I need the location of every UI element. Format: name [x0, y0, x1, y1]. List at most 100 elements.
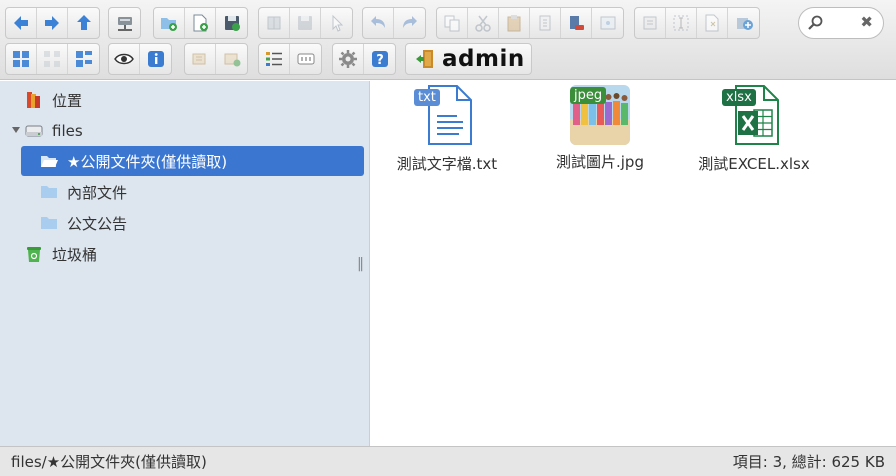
sort-icon — [297, 53, 314, 65]
drive-icon — [25, 125, 43, 137]
info-button[interactable] — [140, 44, 171, 74]
download-icon — [298, 16, 312, 30]
resize-handle[interactable]: ‖ — [357, 256, 364, 272]
extract-icon — [705, 14, 719, 32]
tiles-view-button[interactable] — [68, 44, 99, 74]
archive-icon — [736, 18, 753, 30]
redo-button[interactable] — [394, 8, 425, 38]
cut-button[interactable] — [468, 8, 499, 38]
up-button[interactable] — [68, 8, 99, 38]
sidebar-item-files[interactable]: files — [12, 116, 312, 146]
sidebar-item-label: 垃圾桶 — [52, 245, 98, 264]
file-item[interactable]: xlsx 測試EXCEL.xlsx — [689, 81, 819, 174]
sort-button[interactable] — [290, 44, 321, 74]
download-button[interactable] — [290, 8, 321, 38]
search-icon — [808, 15, 823, 30]
select-button[interactable] — [321, 8, 352, 38]
search-box[interactable]: ✖ — [798, 7, 884, 39]
preferences-button[interactable] — [333, 44, 364, 74]
history-group — [362, 7, 426, 39]
toolbar: ? admin ✖ — [0, 0, 896, 80]
sidebar-item-public-folder[interactable]: ★公開文件夾(僅供讀取) — [21, 146, 364, 176]
list-icon — [266, 52, 282, 66]
svg-text:?: ? — [376, 53, 384, 68]
sidebar-item-announcements[interactable]: 公文公告 — [39, 208, 127, 238]
sidebar-item-label: 內部文件 — [67, 183, 128, 202]
icons-view-button[interactable] — [6, 44, 37, 74]
expand-caret-icon[interactable] — [12, 127, 20, 133]
forward-button[interactable] — [37, 8, 68, 38]
select-none-button[interactable] — [216, 44, 247, 74]
info-icon — [147, 51, 164, 67]
back-button[interactable] — [6, 8, 37, 38]
new-folder-button[interactable] — [154, 8, 185, 38]
network-button[interactable] — [109, 8, 140, 38]
archive-button[interactable] — [728, 8, 759, 38]
trash-icon — [27, 247, 41, 262]
empty-button[interactable] — [592, 8, 623, 38]
list-view-button[interactable] — [259, 44, 290, 74]
exit-door-icon — [416, 50, 433, 68]
file-ops-group — [634, 7, 760, 39]
folder-icon — [41, 186, 57, 198]
search-input[interactable] — [827, 12, 863, 34]
duplicate-icon — [539, 15, 551, 31]
rename-icon — [643, 16, 657, 30]
sidebar-item-internal-docs[interactable]: 內部文件 — [39, 177, 127, 207]
new-file-button[interactable] — [185, 8, 216, 38]
select-none-icon — [224, 53, 240, 67]
file-name: 測試EXCEL.xlsx — [698, 155, 810, 173]
clear-search-icon[interactable]: ✖ — [860, 13, 873, 31]
edit-button[interactable] — [666, 8, 697, 38]
file-item[interactable]: txt 測試文字檔.txt — [382, 81, 512, 174]
preview-group — [108, 43, 172, 75]
paste-button[interactable] — [499, 8, 530, 38]
sidebar: 位置 files ★公開文件夾(僅供讀取) 內部文件 公文公告 垃圾桶 ‖ — [0, 81, 370, 446]
undo-icon — [371, 16, 385, 28]
list-group — [258, 43, 322, 75]
status-path: files/★公開文件夾(僅供讀取) — [11, 453, 207, 471]
save-icon — [224, 16, 240, 31]
settings-group: ? — [332, 43, 396, 75]
select-all-button[interactable] — [185, 44, 216, 74]
sidebar-item-places[interactable]: 位置 — [24, 85, 82, 115]
empty-icon — [600, 16, 615, 30]
bookmark-icon — [27, 92, 40, 108]
extract-button[interactable] — [697, 8, 728, 38]
new-folder-icon — [161, 18, 177, 31]
cursor-icon — [332, 14, 343, 32]
delete-button[interactable] — [561, 8, 592, 38]
small-icons-button[interactable] — [37, 44, 68, 74]
help-button[interactable]: ? — [364, 44, 395, 74]
sidebar-item-label: 公文公告 — [67, 214, 128, 233]
duplicate-button[interactable] — [530, 8, 561, 38]
file-name: 測試文字檔.txt — [396, 155, 498, 173]
eye-icon — [114, 53, 134, 65]
status-summary: 項目: 3, 總計: 625 KB — [732, 453, 885, 471]
copy-button[interactable] — [437, 8, 468, 38]
small-grid-icon — [44, 51, 60, 67]
preview-button[interactable] — [109, 44, 140, 74]
nav-group — [5, 7, 100, 39]
select-all-icon — [192, 53, 206, 65]
rename-button[interactable] — [635, 8, 666, 38]
excel-file-icon: xlsx — [722, 83, 786, 147]
open-folder-icon — [41, 156, 58, 167]
tiles-icon — [75, 51, 92, 67]
file-type-badge: txt — [414, 89, 440, 106]
new-file-icon — [193, 14, 208, 32]
undo-button[interactable] — [363, 8, 394, 38]
sidebar-item-trash[interactable]: 垃圾桶 — [24, 239, 97, 269]
file-list: txt 測試文字檔.txt jpeg 測試圖片.jpg xlsx 測試EXCEL… — [371, 81, 896, 446]
grid-icon — [13, 51, 29, 67]
arrow-up-icon — [76, 15, 91, 30]
view-group — [5, 43, 100, 75]
status-bar: files/★公開文件夾(僅供讀取) 項目: 3, 總計: 625 KB — [0, 446, 896, 476]
copy-icon — [444, 15, 460, 32]
help-icon: ? — [371, 51, 388, 68]
edit-group — [436, 7, 624, 39]
file-item[interactable]: jpeg 測試圖片.jpg — [535, 81, 665, 172]
save-button[interactable] — [216, 8, 247, 38]
current-directory-name: admin — [442, 46, 525, 72]
open-button[interactable] — [259, 8, 290, 38]
